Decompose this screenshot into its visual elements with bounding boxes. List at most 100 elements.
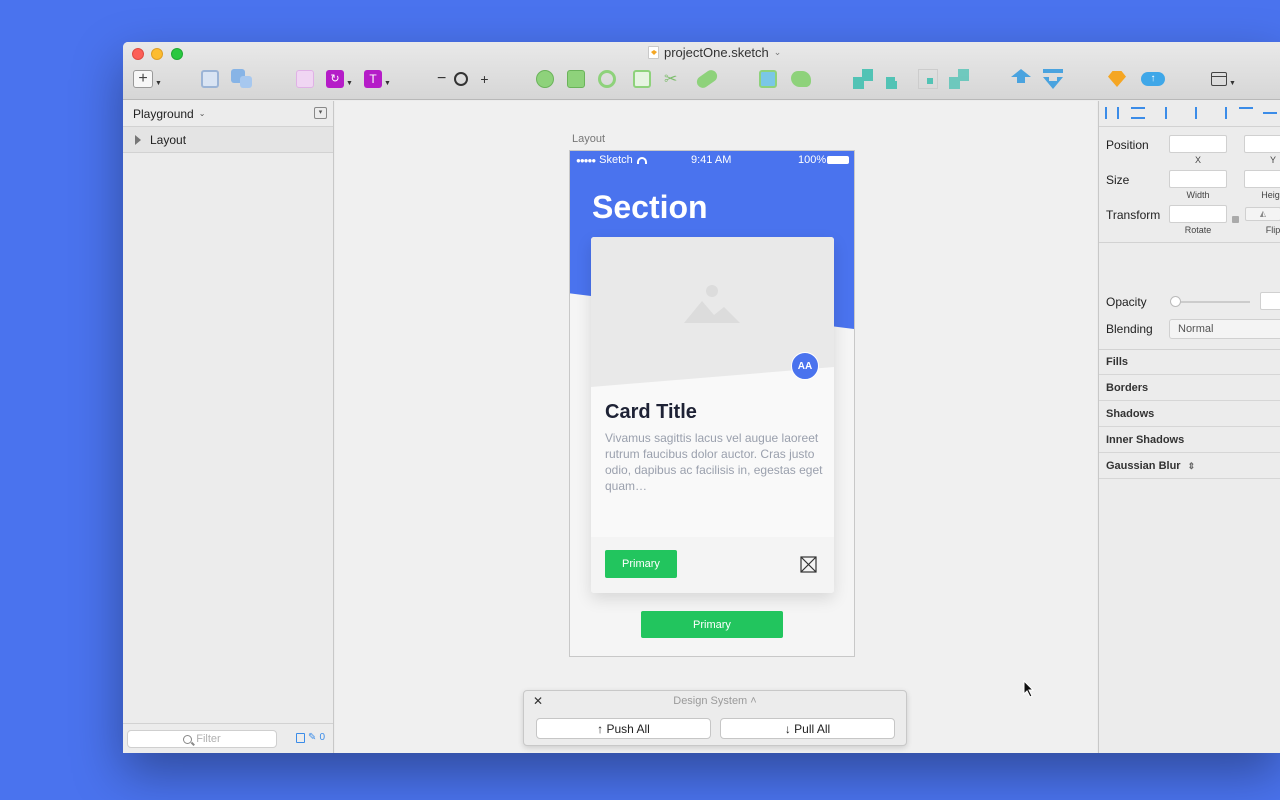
- inspector-panel: Position X Y Size Width Heigh Transform …: [1098, 101, 1280, 753]
- filter-count: 0: [319, 732, 325, 743]
- bottom-primary-button[interactable]: Primary: [641, 611, 783, 638]
- create-symbol-icon: [296, 70, 314, 88]
- battery-icon: [827, 156, 849, 164]
- maximize-window-button[interactable]: [171, 48, 183, 60]
- symbol-menu-button[interactable]: ↻ ▼: [326, 68, 353, 90]
- forward-button[interactable]: [1011, 68, 1031, 90]
- align-right-icon[interactable]: [1213, 107, 1227, 119]
- disclosure-triangle-icon[interactable]: [135, 134, 141, 145]
- status-time: 9:41 AM: [691, 154, 732, 166]
- lock-icon[interactable]: [1232, 216, 1239, 223]
- layer-label: Layout: [150, 132, 187, 147]
- stepper-icon[interactable]: ⇕: [1188, 461, 1196, 471]
- close-box-icon[interactable]: [800, 556, 817, 573]
- document-title[interactable]: projectOne.sketch ⌄: [648, 45, 781, 60]
- close-window-button[interactable]: [132, 48, 144, 60]
- status-bar: ●●●●● Sketch 9:41 AM 100%: [570, 151, 854, 169]
- cloud-upload-icon: ↑: [1141, 72, 1165, 86]
- flatten-button[interactable]: [633, 68, 651, 90]
- backward-button[interactable]: [1043, 68, 1063, 90]
- push-all-button[interactable]: ↑ Push All: [536, 718, 711, 739]
- borders-section[interactable]: Borders: [1099, 375, 1280, 401]
- fills-section[interactable]: Fills: [1099, 349, 1280, 375]
- caret-icon: ▼: [155, 79, 162, 87]
- opacity-field[interactable]: [1260, 292, 1280, 310]
- slice-filter-icon[interactable]: ✎: [308, 732, 316, 743]
- scissors-icon: ✂: [664, 71, 678, 88]
- mouse-cursor-icon: [1023, 680, 1035, 698]
- document-title-text: projectOne.sketch: [664, 45, 769, 60]
- wifi-icon: [636, 156, 647, 164]
- opacity-slider-knob[interactable]: [1170, 296, 1181, 307]
- canvas[interactable]: Layout ●●●●● Sketch 9:41 AM 100% Section: [335, 101, 1097, 753]
- insert-button[interactable]: + ▼: [133, 68, 162, 90]
- x-label: X: [1194, 155, 1201, 165]
- edit-button[interactable]: [536, 68, 554, 90]
- layer-row-layout[interactable]: Layout: [123, 127, 333, 153]
- transform-button[interactable]: [567, 68, 585, 90]
- symbols-filter-icon[interactable]: [296, 732, 306, 743]
- difference-button[interactable]: [949, 68, 969, 90]
- align-middle-icon[interactable]: [1263, 112, 1277, 124]
- y-label: Y: [1269, 155, 1276, 165]
- design-system-title[interactable]: Design System ˄: [524, 695, 906, 707]
- scale-button[interactable]: [791, 68, 811, 90]
- width-field[interactable]: [1169, 170, 1227, 188]
- pull-all-button[interactable]: ↓ Pull All: [720, 718, 895, 739]
- height-field[interactable]: [1244, 170, 1280, 188]
- align-left-icon[interactable]: [1165, 107, 1179, 119]
- cloud-upload-button[interactable]: ↑: [1141, 68, 1165, 90]
- card[interactable]: Card Title Vivamus sagittis lacus vel au…: [591, 237, 834, 593]
- minimize-window-button[interactable]: [151, 48, 163, 60]
- difference-icon: [949, 69, 969, 89]
- artboard-label[interactable]: Layout: [572, 133, 605, 145]
- ungroup-button[interactable]: [231, 68, 252, 90]
- card-primary-button[interactable]: Primary: [605, 550, 677, 578]
- filter-input[interactable]: Filter: [127, 730, 277, 748]
- union-button[interactable]: [853, 68, 873, 90]
- opacity-slider-track[interactable]: [1176, 301, 1250, 303]
- ungroup-icon-part: [240, 76, 252, 88]
- inner-shadows-section[interactable]: Inner Shadows: [1099, 427, 1280, 453]
- mask-button[interactable]: [759, 68, 777, 90]
- caret-icon: ▼: [1229, 79, 1236, 87]
- align-top-icon[interactable]: [1239, 107, 1253, 119]
- outline-button[interactable]: [694, 67, 720, 91]
- zoom-out-button[interactable]: −: [437, 70, 446, 88]
- sketch-button[interactable]: [1108, 68, 1126, 90]
- flip-icon[interactable]: ◭: [1245, 207, 1280, 221]
- zoom-in-button[interactable]: +: [480, 71, 488, 87]
- artboard[interactable]: ●●●●● Sketch 9:41 AM 100% Section Card T…: [569, 150, 855, 657]
- design-system-panel: ✕ Design System ˄ ↑ Push All ↓ Pull All: [523, 690, 907, 746]
- layers-footer: Filter ✎ 0: [123, 723, 333, 753]
- subtract-button[interactable]: [886, 68, 906, 90]
- symbol-icon: ↻: [326, 70, 344, 88]
- create-symbol-button[interactable]: [296, 68, 314, 90]
- gaussian-blur-section[interactable]: Gaussian Blur ⇕: [1099, 453, 1280, 479]
- titlebar: projectOne.sketch ⌄ + ▼ ↻ ▼ T ▼ − + ✂ ↑ …: [123, 42, 1280, 100]
- backward-icon: [1043, 69, 1063, 89]
- flatten-icon: [633, 70, 651, 88]
- y-field[interactable]: [1244, 135, 1280, 153]
- blending-label: Blending: [1106, 322, 1153, 336]
- align-center-icon[interactable]: [1195, 107, 1209, 119]
- group-button[interactable]: [201, 68, 219, 90]
- intersect-button[interactable]: [918, 68, 938, 90]
- collapse-pages-icon[interactable]: ▾: [314, 107, 327, 119]
- page-selector[interactable]: Playground ⌄: [123, 101, 333, 127]
- caret-icon: ▼: [384, 79, 391, 87]
- forward-icon: [1011, 69, 1031, 83]
- image-placeholder-icon: [684, 285, 740, 323]
- distribute-vertical-icon[interactable]: [1131, 107, 1145, 119]
- rotate-field[interactable]: [1169, 205, 1227, 223]
- text-style-button[interactable]: T ▼: [364, 68, 391, 90]
- x-field[interactable]: [1169, 135, 1227, 153]
- blending-select[interactable]: Normal: [1169, 319, 1280, 339]
- height-label: Heigh: [1261, 190, 1280, 200]
- scissors-button[interactable]: ✂: [664, 68, 677, 90]
- rotate-button[interactable]: [598, 68, 616, 90]
- shadows-section[interactable]: Shadows: [1099, 401, 1280, 427]
- view-button[interactable]: ▼: [1211, 68, 1236, 90]
- width-label: Width: [1186, 190, 1210, 200]
- distribute-horizontal-icon[interactable]: [1105, 107, 1119, 119]
